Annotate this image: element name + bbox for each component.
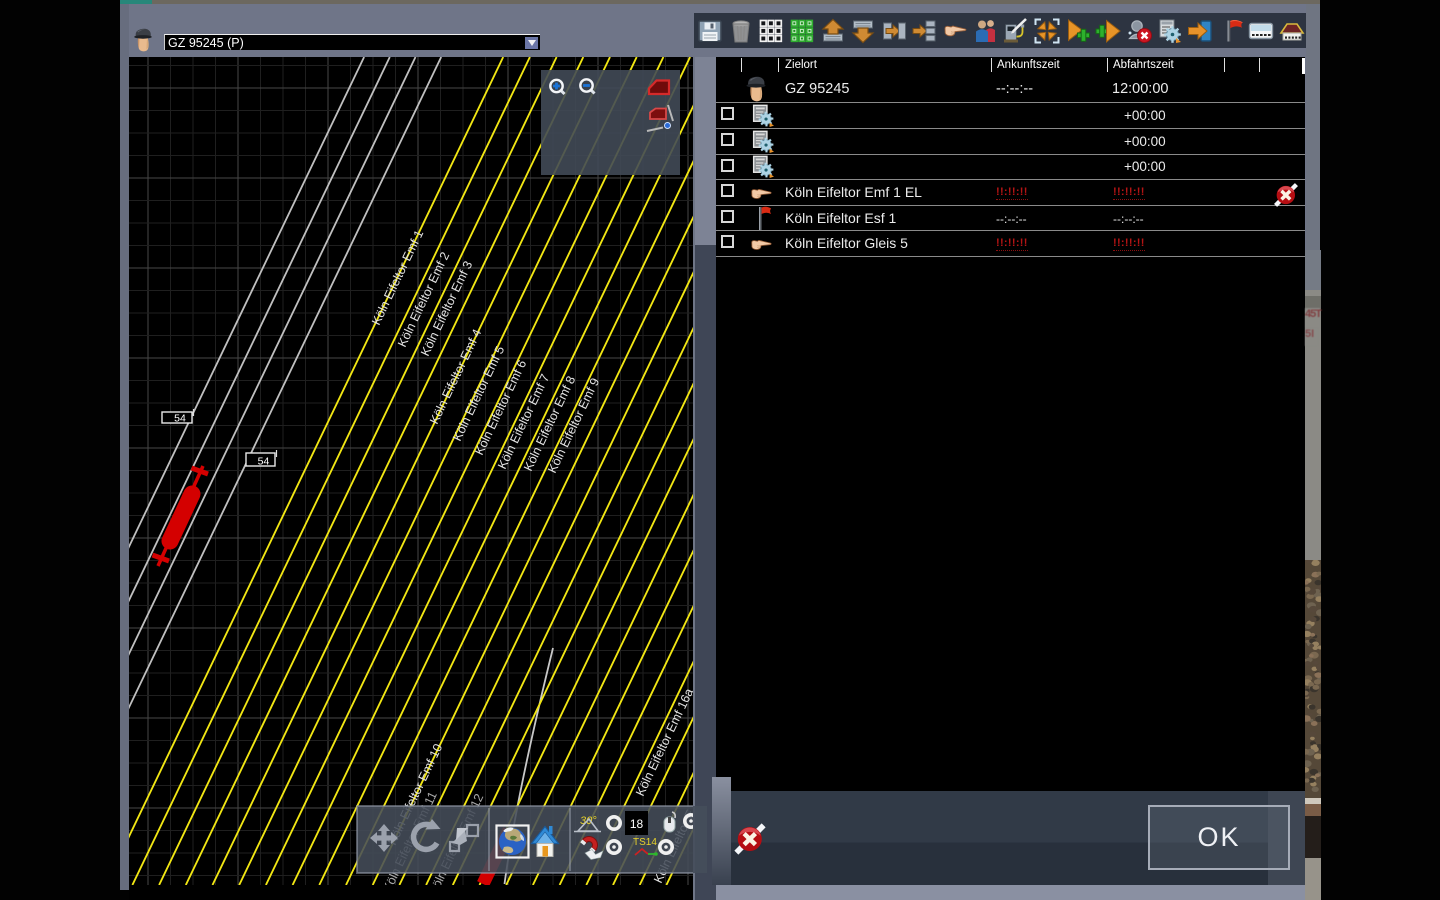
svg-text:54: 54: [174, 413, 186, 425]
svg-text:TS14: TS14: [633, 837, 657, 848]
svg-text:18: 18: [630, 817, 644, 831]
svg-text:54: 54: [258, 456, 270, 468]
